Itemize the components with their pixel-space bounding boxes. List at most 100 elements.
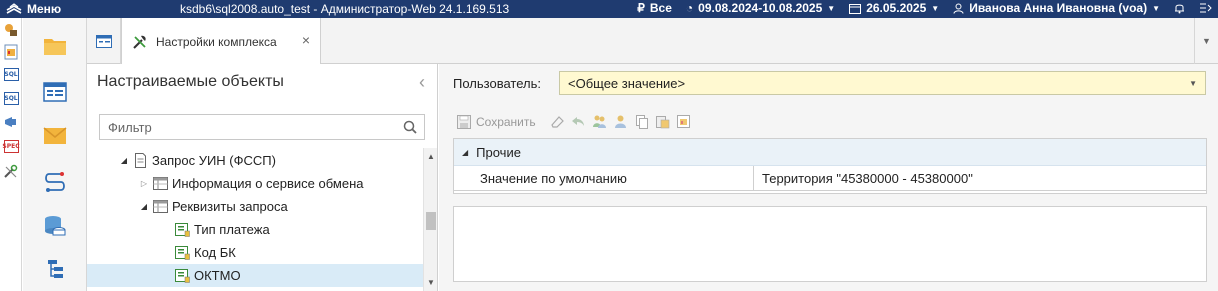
announce-icon[interactable] [3, 114, 19, 130]
tree-node-label: Информация о сервисе обмена [172, 176, 364, 191]
tree-scrollbar[interactable]: ▲ ▼ [423, 148, 437, 291]
currency-value: Все [649, 1, 672, 15]
exit-icon[interactable] [1199, 2, 1212, 14]
user-settings-icon[interactable] [613, 114, 628, 129]
user-dropdown[interactable]: <Общее значение> ▼ [559, 71, 1206, 95]
report-settings-icon[interactable] [676, 114, 691, 129]
window-icon[interactable] [43, 80, 67, 104]
description-area [453, 206, 1207, 282]
clock-icon: ◔ [685, 1, 694, 15]
route-icon[interactable] [43, 170, 67, 194]
tools-icon[interactable] [3, 164, 19, 180]
tree-node-request-details[interactable]: ◢ Реквизиты запроса [87, 195, 425, 218]
table-icon [153, 177, 168, 190]
tree-node-kbk[interactable]: Код БК [87, 241, 425, 264]
period-selector[interactable]: ◔ 09.08.2024-10.08.2025 ▼ [686, 1, 835, 15]
field-icon [175, 223, 190, 237]
expanded-arrow-icon[interactable]: ◢ [462, 148, 468, 157]
scroll-down-icon[interactable]: ▼ [427, 278, 435, 287]
sql-icon[interactable]: SQL [3, 90, 19, 106]
tree-node-exchange-info[interactable]: ▷ Информация о сервисе обмена [87, 172, 425, 195]
expanded-arrow-icon[interactable]: ◢ [119, 156, 129, 165]
tab-settings[interactable]: Настройки комплекса × [121, 18, 321, 65]
collapse-panel-button[interactable]: ‹ [419, 72, 425, 93]
grid-group-other[interactable]: ◢ Прочие [454, 139, 1206, 166]
paste-icon[interactable] [655, 114, 670, 129]
database-icon[interactable] [43, 214, 67, 238]
tree-node-label: ОКТМО [194, 268, 241, 283]
tree-node-oktmo[interactable]: ОКТМО [87, 264, 425, 287]
users-group-icon[interactable] [592, 114, 607, 129]
quick-tools-bar: SQL SQL SPEC [0, 18, 22, 291]
chevron-down-icon: ▼ [1202, 36, 1211, 46]
period-value: 09.08.2024-10.08.2025 [698, 1, 823, 15]
eraser-icon[interactable] [550, 114, 565, 129]
spec-icon[interactable]: SPEC [2, 138, 20, 154]
tree-node-payment-type[interactable]: Тип платежа [87, 218, 425, 241]
close-icon[interactable]: × [302, 32, 310, 48]
menu-logo-icon [6, 3, 22, 14]
filter-input[interactable]: Фильтр [99, 114, 425, 140]
field-icon [175, 246, 190, 260]
collapsed-arrow-icon[interactable]: ▷ [139, 179, 149, 188]
tab-list-dropdown[interactable]: ▼ [1194, 18, 1218, 64]
grid-row-default-value[interactable]: Значение по умолчанию Территория "453800… [454, 166, 1206, 191]
folder-icon[interactable] [43, 34, 67, 58]
tree-icon[interactable] [43, 258, 67, 282]
scroll-up-icon[interactable]: ▲ [427, 152, 435, 161]
property-name-cell: Значение по умолчанию [454, 166, 754, 191]
undo-icon[interactable] [571, 114, 586, 129]
tree-node-uin-request[interactable]: ◢ Запрос УИН (ФССП) [87, 149, 425, 172]
ruble-icon: ₽ [637, 1, 645, 15]
user-selector[interactable]: Иванова Анна Ивановна (voa) ▼ [953, 1, 1160, 15]
group-label: Прочие [476, 144, 521, 160]
objects-panel: Настраиваемые объекты ‹ Фильтр ◢ Запрос … [87, 64, 438, 291]
sql-icon[interactable]: SQL [3, 66, 19, 82]
navigation-column [23, 18, 87, 291]
title-bar: Меню ksdb6\sql2008.auto_test - Администр… [0, 0, 1218, 18]
chevron-down-icon: ▼ [1152, 3, 1160, 13]
main-menu-button[interactable]: Меню [0, 2, 120, 16]
save-button[interactable]: Сохранить [457, 114, 536, 129]
tree-node-label: Запрос УИН (ФССП) [152, 153, 276, 168]
chevron-down-icon: ▼ [1189, 79, 1197, 88]
tab-bar: Настройки комплекса × ▼ [87, 18, 1218, 65]
panel-title: Настраиваемые объекты [97, 73, 284, 90]
search-icon[interactable] [403, 120, 417, 134]
property-name: Значение по умолчанию [480, 170, 627, 186]
date-value: 26.05.2025 [866, 1, 927, 15]
calendar-icon [849, 3, 862, 14]
field-icon [175, 269, 190, 283]
currency-selector[interactable]: ₽ Все [637, 1, 672, 15]
user-icon [953, 3, 964, 14]
expanded-arrow-icon[interactable]: ◢ [139, 202, 149, 211]
key-lock-icon[interactable] [3, 22, 19, 38]
settings-panel: Пользователь: <Общее значение> ▼ Сохрани… [439, 64, 1218, 291]
table-icon [153, 200, 168, 213]
user-name: Иванова Анна Ивановна (voa) [969, 1, 1148, 15]
settings-grid: ◢ Прочие Значение по умолчанию Территори… [453, 138, 1207, 194]
scrollbar-thumb[interactable] [426, 212, 436, 230]
settings-tools-icon [133, 35, 146, 49]
filter-placeholder: Фильтр [108, 119, 152, 135]
document-icon [135, 153, 146, 168]
mail-icon[interactable] [43, 124, 67, 148]
date-selector[interactable]: 26.05.2025 ▼ [849, 1, 939, 15]
tab-home[interactable] [87, 18, 121, 64]
tab-label: Настройки комплекса [156, 34, 277, 49]
menu-label[interactable]: Меню [27, 2, 61, 16]
user-field-label: Пользователь: [453, 76, 541, 91]
tree-node-label: Тип платежа [194, 222, 270, 237]
report-icon[interactable] [3, 44, 19, 60]
property-value: Территория "45380000 - 45380000" [762, 170, 973, 186]
window-title: ksdb6\sql2008.auto_test - Администратор-… [180, 2, 510, 16]
floppy-icon [457, 114, 471, 129]
copy-icon[interactable] [634, 114, 649, 129]
tree-node-label: Код БК [194, 245, 236, 260]
save-label: Сохранить [476, 114, 536, 129]
tree-node-label: Реквизиты запроса [172, 199, 288, 214]
bell-icon[interactable] [1174, 2, 1185, 14]
property-value-cell[interactable]: Территория "45380000 - 45380000" [754, 166, 1206, 191]
chevron-down-icon: ▼ [827, 3, 836, 13]
user-dropdown-value: <Общее значение> [568, 75, 686, 91]
